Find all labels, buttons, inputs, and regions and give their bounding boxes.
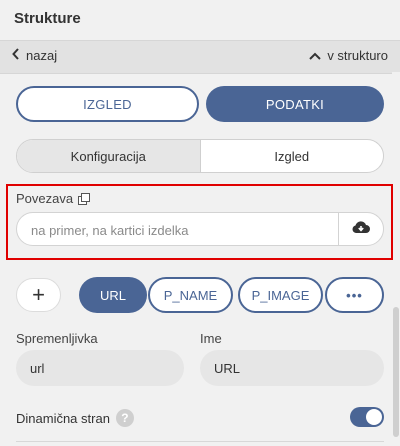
panel-title: Strukture [14, 10, 81, 27]
chevron-left-icon [12, 48, 20, 63]
variable-field[interactable]: url [16, 350, 184, 386]
cloud-download-button[interactable] [338, 213, 383, 245]
tab-podatki[interactable]: PODATKI [206, 86, 384, 122]
question-icon[interactable]: ? [115, 409, 134, 427]
more-chips-button[interactable]: ••• [325, 277, 384, 313]
sub-tabs: Konfiguracija Izgled [16, 139, 384, 173]
to-structure-button[interactable]: v strukturo [309, 48, 388, 63]
chevron-up-icon [309, 48, 322, 63]
back-button[interactable]: nazaj [12, 48, 57, 63]
dynamic-page-label: Dinamična stran [16, 410, 110, 426]
add-variable-button[interactable]: + [16, 278, 61, 312]
copy-icon[interactable] [78, 192, 91, 205]
chip-url[interactable]: URL [79, 277, 147, 313]
name-label: Ime [200, 331, 222, 346]
toggle-knob [366, 409, 382, 425]
link-field-label: Povezava [16, 191, 91, 206]
tab-izgled[interactable]: IZGLED [16, 86, 199, 122]
panel-header: Strukture [0, 0, 400, 40]
chip-p-image[interactable]: P_IMAGE [238, 277, 323, 313]
tab-konfiguracija[interactable]: Konfiguracija [17, 140, 201, 172]
scrollbar-thumb[interactable] [393, 307, 399, 437]
name-field[interactable]: URL [200, 350, 384, 386]
tab-izgled-sub[interactable]: Izgled [201, 140, 384, 172]
to-structure-label: v strukturo [327, 48, 388, 63]
link-input[interactable] [29, 213, 333, 245]
back-label: nazaj [26, 48, 58, 63]
scrollbar[interactable] [392, 72, 400, 446]
dynamic-page-row: Dinamična stran ? [16, 409, 134, 427]
divider [16, 441, 384, 442]
dynamic-page-toggle[interactable] [350, 407, 384, 427]
cloud-download-icon [351, 220, 371, 239]
link-label-text: Povezava [16, 191, 74, 206]
link-input-wrapper [16, 212, 384, 246]
variable-label: Spremenljivka [16, 331, 98, 346]
navigation-bar: nazaj v strukturo [0, 40, 400, 74]
chip-p-name[interactable]: P_NAME [148, 277, 233, 313]
